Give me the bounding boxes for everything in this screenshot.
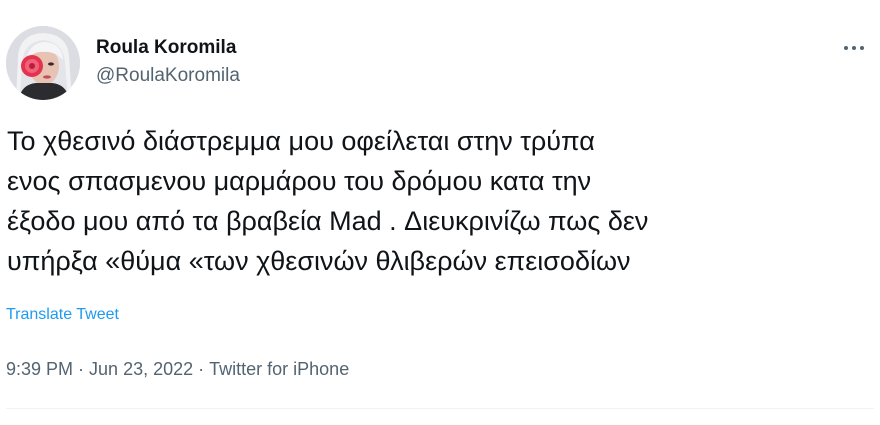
more-horizontal-icon xyxy=(844,46,848,50)
tweet-time[interactable]: 9:39 PM xyxy=(6,359,73,379)
meta-separator: · xyxy=(78,359,85,379)
tweet-text-line: υπήρξα «θύμα «των χθεσινών θλιβερών επει… xyxy=(7,246,631,276)
tweet-text-line: ενος σπασμενου μαρμάρου του δρόμου κατα … xyxy=(7,166,592,196)
tweet-header: Roula Koromila @RoulaKoromila xyxy=(6,26,874,102)
tweet-text: Το χθεσινό διάστρεμμα μου οφείλεται στην… xyxy=(7,121,873,281)
translate-tweet-link[interactable]: Translate Tweet xyxy=(6,303,119,327)
more-options-button[interactable] xyxy=(836,36,872,60)
tweet-text-line: έξοδο μου από τα βραβεία Mad . Διευκρινί… xyxy=(7,206,649,236)
meta-separator: · xyxy=(198,359,205,379)
author-names: Roula Koromila @RoulaKoromila xyxy=(96,36,240,89)
tweet-card: Roula Koromila @RoulaKoromila Το χθεσινό… xyxy=(0,0,880,425)
more-horizontal-icon-dot xyxy=(852,46,856,50)
tweet-meta: 9:39 PM · Jun 23, 2022 · Twitter for iPhone xyxy=(6,356,349,382)
more-horizontal-icon-dot xyxy=(860,46,864,50)
tweet-source[interactable]: Twitter for iPhone xyxy=(209,359,349,379)
author-display-name[interactable]: Roula Koromila xyxy=(96,36,240,60)
divider xyxy=(6,408,874,409)
author-handle[interactable]: @RoulaKoromila xyxy=(96,63,240,89)
avatar-image xyxy=(6,26,80,100)
avatar[interactable] xyxy=(6,26,80,100)
tweet-text-line: Το χθεσινό διάστρεμμα μου οφείλεται στην… xyxy=(7,126,595,156)
tweet-date[interactable]: Jun 23, 2022 xyxy=(89,359,193,379)
